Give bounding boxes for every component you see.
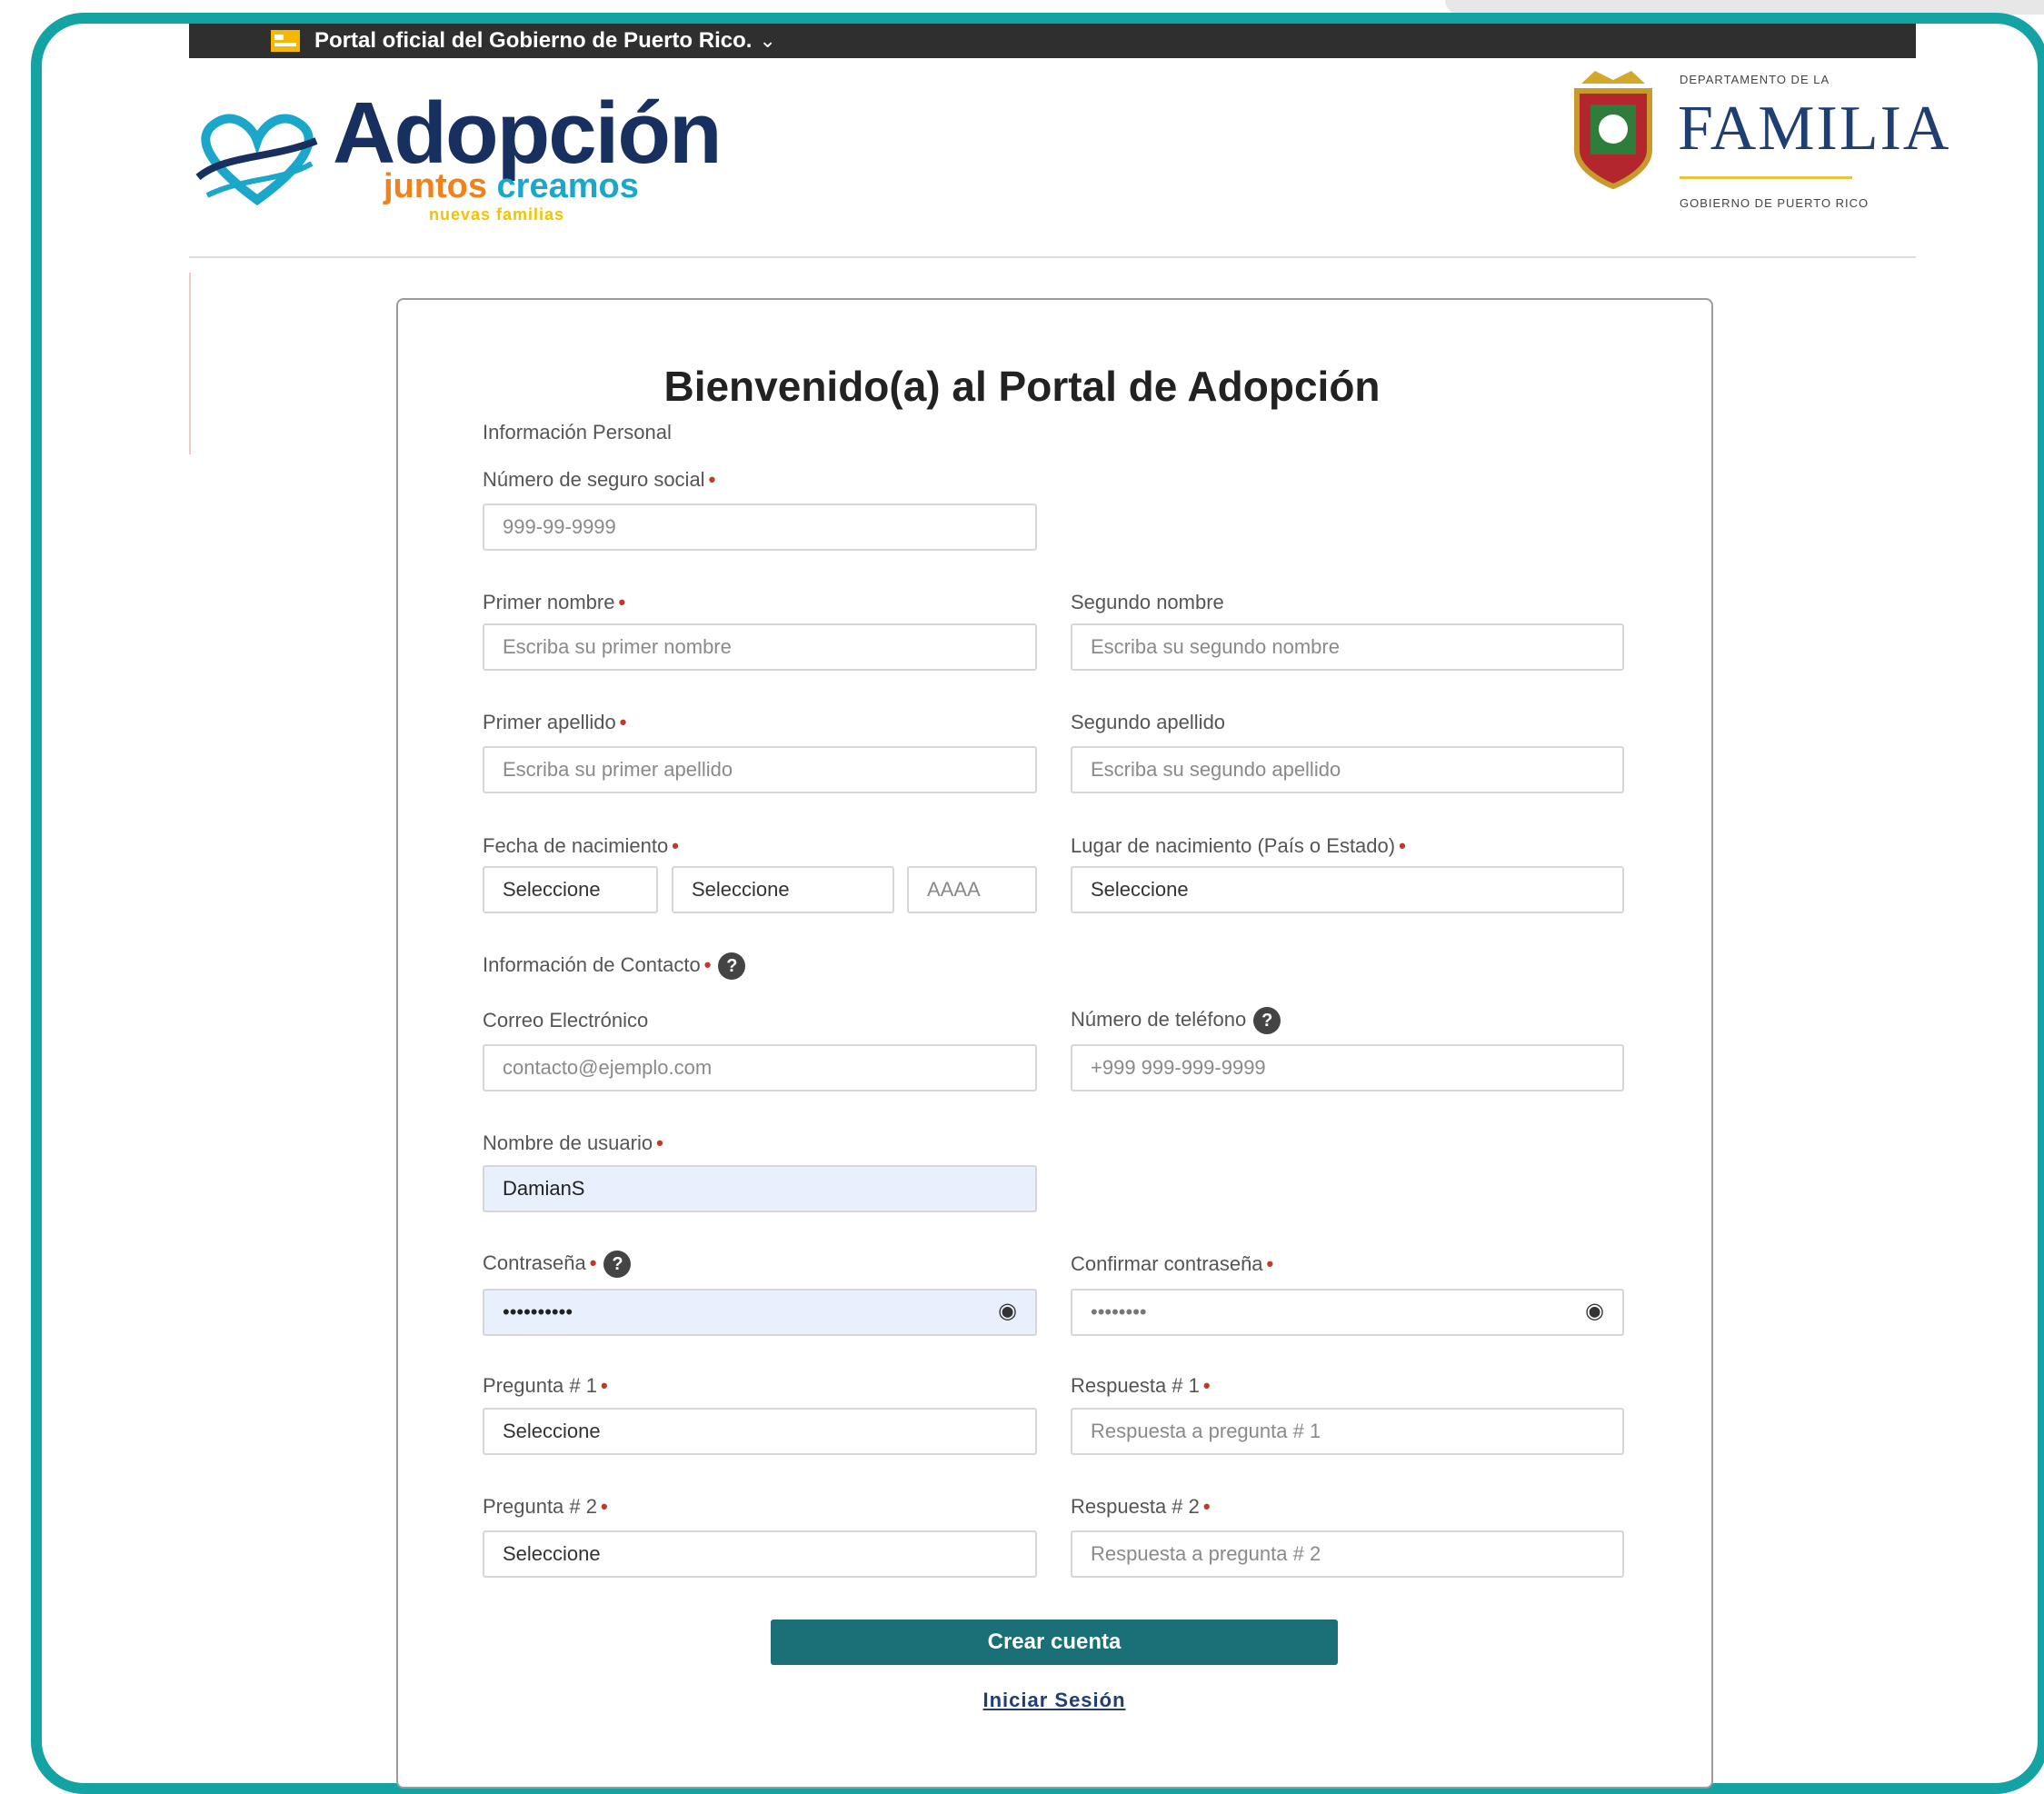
dept-label: DEPARTAMENTO DE LA: [1680, 73, 1830, 86]
first-last-label: Primer apellido •: [483, 711, 626, 734]
birth-place-label: Lugar de nacimiento (País o Estado) •: [1071, 834, 1406, 858]
birth-year-input[interactable]: [907, 866, 1037, 913]
question-1-select[interactable]: Seleccione: [483, 1408, 1037, 1455]
username-label-text: Nombre de usuario: [483, 1131, 653, 1154]
dept-divider: [1680, 176, 1852, 179]
phone-label: Número de teléfono?: [1071, 1007, 1281, 1034]
gov-bar[interactable]: Portal oficial del Gobierno de Puerto Ri…: [189, 24, 1916, 58]
email-input[interactable]: [483, 1044, 1037, 1091]
question-2-label-text: Pregunta # 2: [483, 1495, 597, 1518]
required-marker: •: [703, 952, 712, 976]
section-personal: Información Personal: [483, 421, 672, 444]
birth-month-select[interactable]: Seleccione: [672, 866, 894, 913]
ssn-label-text: Número de seguro social: [483, 468, 705, 491]
required-marker: •: [1202, 1374, 1211, 1397]
create-account-button[interactable]: Crear cuenta: [771, 1620, 1338, 1665]
username-label: Nombre de usuario •: [483, 1131, 663, 1155]
second-last-label: Segundo apellido: [1071, 711, 1226, 733]
first-name-label: Primer nombre •: [483, 591, 625, 614]
question-1-label-text: Pregunta # 1: [483, 1374, 597, 1397]
question-2-label: Pregunta # 2 •: [483, 1495, 608, 1519]
ssn-label: Número de seguro social •: [483, 468, 715, 492]
logo-tagline-word-1: juntos: [384, 167, 487, 205]
required-marker: •: [600, 1495, 608, 1518]
first-name-input[interactable]: [483, 623, 1037, 671]
site-header: Adopción juntos creamos nuevas familias …: [189, 58, 1949, 258]
birth-place-label-text: Lugar de nacimiento (País o Estado): [1071, 834, 1396, 857]
email-label: Correo Electrónico: [483, 1009, 649, 1032]
heart-logo-icon: [195, 114, 318, 206]
first-name-label-text: Primer nombre: [483, 591, 615, 613]
login-link[interactable]: Iniciar Sesión: [0, 1689, 2044, 1712]
logo-tagline-sub: nuevas familias: [429, 205, 565, 224]
help-icon[interactable]: ?: [603, 1251, 632, 1278]
flag-icon: [271, 30, 300, 52]
eye-icon[interactable]: ◉: [998, 1298, 1017, 1324]
required-marker: •: [619, 711, 627, 733]
birth-day-select[interactable]: Seleccione: [483, 866, 658, 913]
required-marker: •: [1399, 834, 1406, 857]
section-contact: Información de Contacto •?: [483, 952, 746, 980]
dept-name: FAMILIA: [1678, 94, 1951, 164]
second-last-input[interactable]: [1071, 746, 1624, 793]
dept-gov: GOBIERNO DE PUERTO RICO: [1680, 196, 1870, 210]
phone-label-text: Número de teléfono: [1071, 1007, 1247, 1031]
password-input[interactable]: ••••••••••: [483, 1289, 1037, 1336]
confirm-password-input[interactable]: ••••••••: [1071, 1289, 1624, 1336]
required-marker: •: [1202, 1495, 1211, 1518]
required-marker: •: [618, 591, 626, 613]
chevron-down-icon[interactable]: ⌄: [759, 29, 775, 53]
required-marker: •: [672, 834, 679, 857]
logo-tagline-word-2: creamos: [496, 167, 639, 205]
help-icon[interactable]: ?: [1253, 1007, 1281, 1034]
required-marker: •: [656, 1131, 663, 1154]
birth-date-label: Fecha de nacimiento •: [483, 834, 679, 858]
answer-1-label: Respuesta # 1 •: [1071, 1374, 1211, 1398]
answer-2-input[interactable]: [1071, 1530, 1624, 1578]
required-marker: •: [589, 1251, 597, 1274]
help-icon[interactable]: ?: [718, 952, 746, 980]
first-last-input[interactable]: [483, 746, 1037, 793]
username-input[interactable]: DamianS: [483, 1165, 1037, 1212]
phone-input[interactable]: [1071, 1044, 1624, 1091]
required-marker: •: [1266, 1252, 1274, 1275]
second-name-label: Segundo nombre: [1071, 591, 1224, 613]
answer-1-label-text: Respuesta # 1: [1071, 1374, 1200, 1397]
logo-tagline: juntos creamos: [384, 167, 639, 206]
confirm-password-label-text: Confirmar contraseña: [1071, 1252, 1263, 1275]
birth-date-label-text: Fecha de nacimiento: [483, 834, 669, 857]
required-marker: •: [708, 468, 716, 491]
first-last-label-text: Primer apellido: [483, 711, 616, 733]
confirm-password-label: Confirmar contraseña •: [1071, 1252, 1273, 1276]
ssn-input[interactable]: [483, 503, 1037, 551]
password-label-text: Contraseña: [483, 1251, 586, 1274]
second-name-input[interactable]: [1071, 623, 1624, 671]
answer-2-label-text: Respuesta # 2: [1071, 1495, 1200, 1518]
question-2-select[interactable]: Seleccione: [483, 1530, 1037, 1578]
section-contact-text: Información de Contacto: [483, 952, 701, 976]
required-marker: •: [600, 1374, 608, 1397]
coat-of-arms-icon: [1574, 71, 1652, 190]
question-1-label: Pregunta # 1 •: [483, 1374, 608, 1398]
answer-2-label: Respuesta # 2 •: [1071, 1495, 1211, 1519]
form-title: Bienvenido(a) al Portal de Adopción: [663, 363, 1381, 410]
password-label: Contraseña •?: [483, 1251, 632, 1278]
answer-1-input[interactable]: [1071, 1408, 1624, 1455]
birth-place-select[interactable]: Seleccione: [1071, 866, 1624, 913]
eye-icon[interactable]: ◉: [1585, 1298, 1604, 1324]
gov-bar-text: Portal oficial del Gobierno de Puerto Ri…: [314, 28, 753, 53]
